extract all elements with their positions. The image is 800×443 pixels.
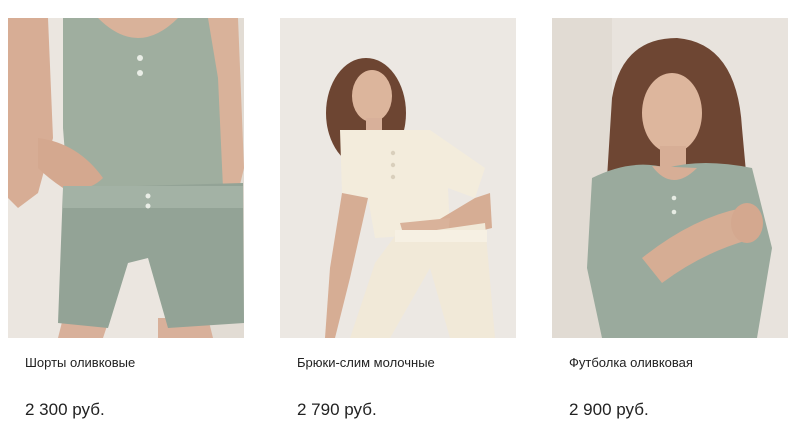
product-card[interactable]: Брюки-слим молочные 2 790 руб. <box>280 18 516 419</box>
product-card[interactable]: Шорты оливковые 2 300 руб. <box>8 18 244 419</box>
product-price: 2 790 руб. <box>297 400 377 419</box>
product-grid: Шорты оливковые 2 300 руб. Брюки-слим мо… <box>0 0 800 443</box>
product-photo-tshirt <box>552 18 788 338</box>
product-photo-shorts <box>8 18 244 338</box>
product-name[interactable]: Шорты оливковые <box>25 355 135 371</box>
product-name[interactable]: Футболка оливковая <box>569 355 693 371</box>
product-name[interactable]: Брюки-слим молочные <box>297 355 435 371</box>
product-photo-slim-pants <box>280 18 516 338</box>
product-image[interactable] <box>8 18 244 338</box>
product-card[interactable]: Футболка оливковая 2 900 руб. <box>552 18 788 419</box>
product-image[interactable] <box>280 18 516 338</box>
product-price: 2 900 руб. <box>569 400 649 419</box>
product-image[interactable] <box>552 18 788 338</box>
product-price: 2 300 руб. <box>25 400 105 419</box>
